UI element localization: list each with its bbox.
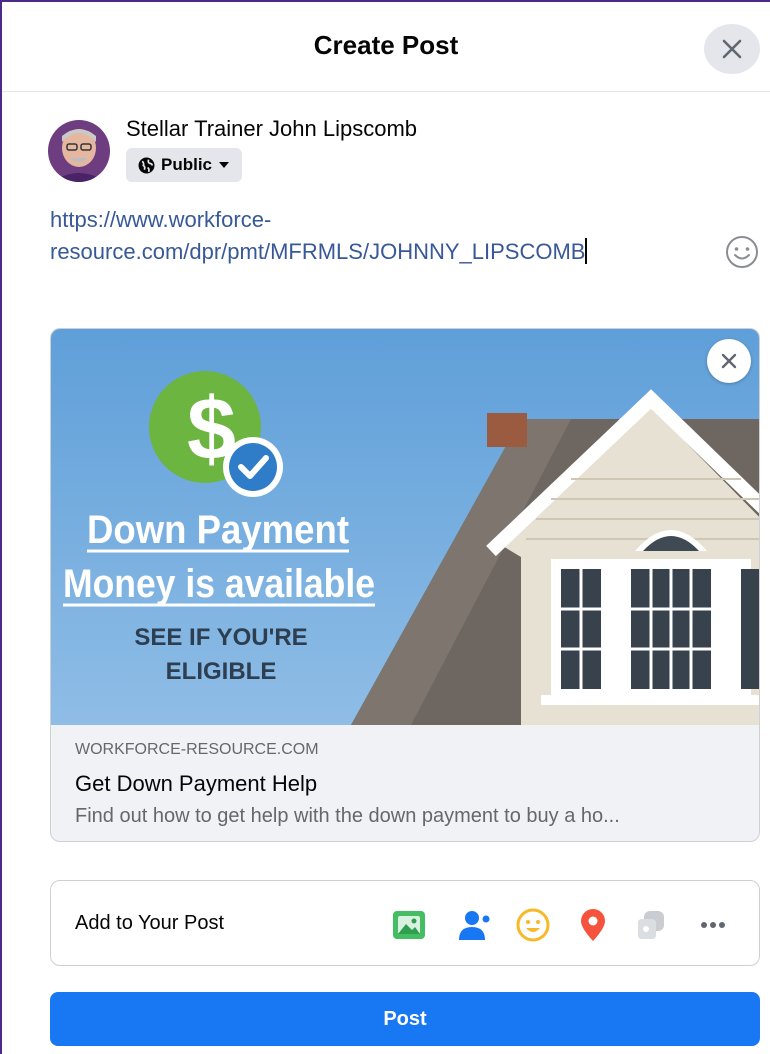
- more-icon: [701, 922, 725, 928]
- author-name[interactable]: Stellar Trainer John Lipscomb: [126, 116, 417, 142]
- close-icon: [722, 39, 742, 59]
- privacy-label: Public: [161, 155, 213, 174]
- link-title: Get Down Payment Help: [75, 771, 318, 796]
- post-text-content: https://www.workforce-resource.com/dpr/p…: [50, 207, 586, 264]
- post-button[interactable]: Post: [50, 992, 760, 1046]
- tag-people-icon: [459, 911, 490, 940]
- avatar[interactable]: [48, 120, 110, 182]
- gif-icon: [638, 911, 664, 939]
- emoji-button[interactable]: [724, 234, 760, 270]
- feeling-icon: [516, 908, 550, 942]
- add-to-post-label: Add to Your Post: [75, 912, 225, 934]
- gif-button[interactable]: [631, 905, 671, 945]
- remove-preview-button[interactable]: [707, 339, 751, 383]
- banner-headline-2: Money is available: [63, 562, 375, 606]
- dialog-title: Create Post: [313, 30, 459, 60]
- caret-down-icon: [219, 162, 230, 168]
- globe-icon: [138, 157, 155, 173]
- banner-subline-2: ELIGIBLE: [166, 658, 277, 685]
- link-domain: WORKFORCE-RESOURCE.COM: [75, 741, 319, 758]
- photo-video-icon: [393, 911, 425, 939]
- close-icon: [721, 353, 737, 369]
- photo-video-button[interactable]: [389, 905, 429, 945]
- link-preview-card[interactable]: $ Down Payment Money is available SEE IF…: [50, 328, 760, 842]
- banner-headline-1: Down Payment: [87, 508, 349, 552]
- post-text-input[interactable]: https://www.workforce-resource.com/dpr/p…: [50, 204, 650, 268]
- create-post-dialog: Create Post Stellar Trainer John Lipscom…: [0, 0, 770, 1054]
- link-preview-image: $ Down Payment Money is available SEE IF…: [51, 329, 759, 725]
- privacy-selector[interactable]: Public: [126, 148, 243, 182]
- add-to-post-bar: Add to Your Post: [50, 880, 760, 966]
- dialog-header: Create Post: [2, 2, 770, 92]
- tag-people-button[interactable]: [455, 905, 495, 945]
- check-in-icon: [581, 909, 605, 941]
- text-cursor: [585, 238, 588, 264]
- feeling-activity-button[interactable]: [513, 905, 553, 945]
- more-options-button[interactable]: [693, 905, 733, 945]
- close-button[interactable]: [704, 24, 760, 74]
- link-description: Find out how to get help with the down p…: [75, 805, 620, 827]
- check-in-button[interactable]: [573, 905, 613, 945]
- smiley-icon: [726, 236, 758, 268]
- author-row: Stellar Trainer John Lipscomb Public: [48, 114, 728, 188]
- banner-subline-1: SEE IF YOU'RE: [134, 624, 307, 651]
